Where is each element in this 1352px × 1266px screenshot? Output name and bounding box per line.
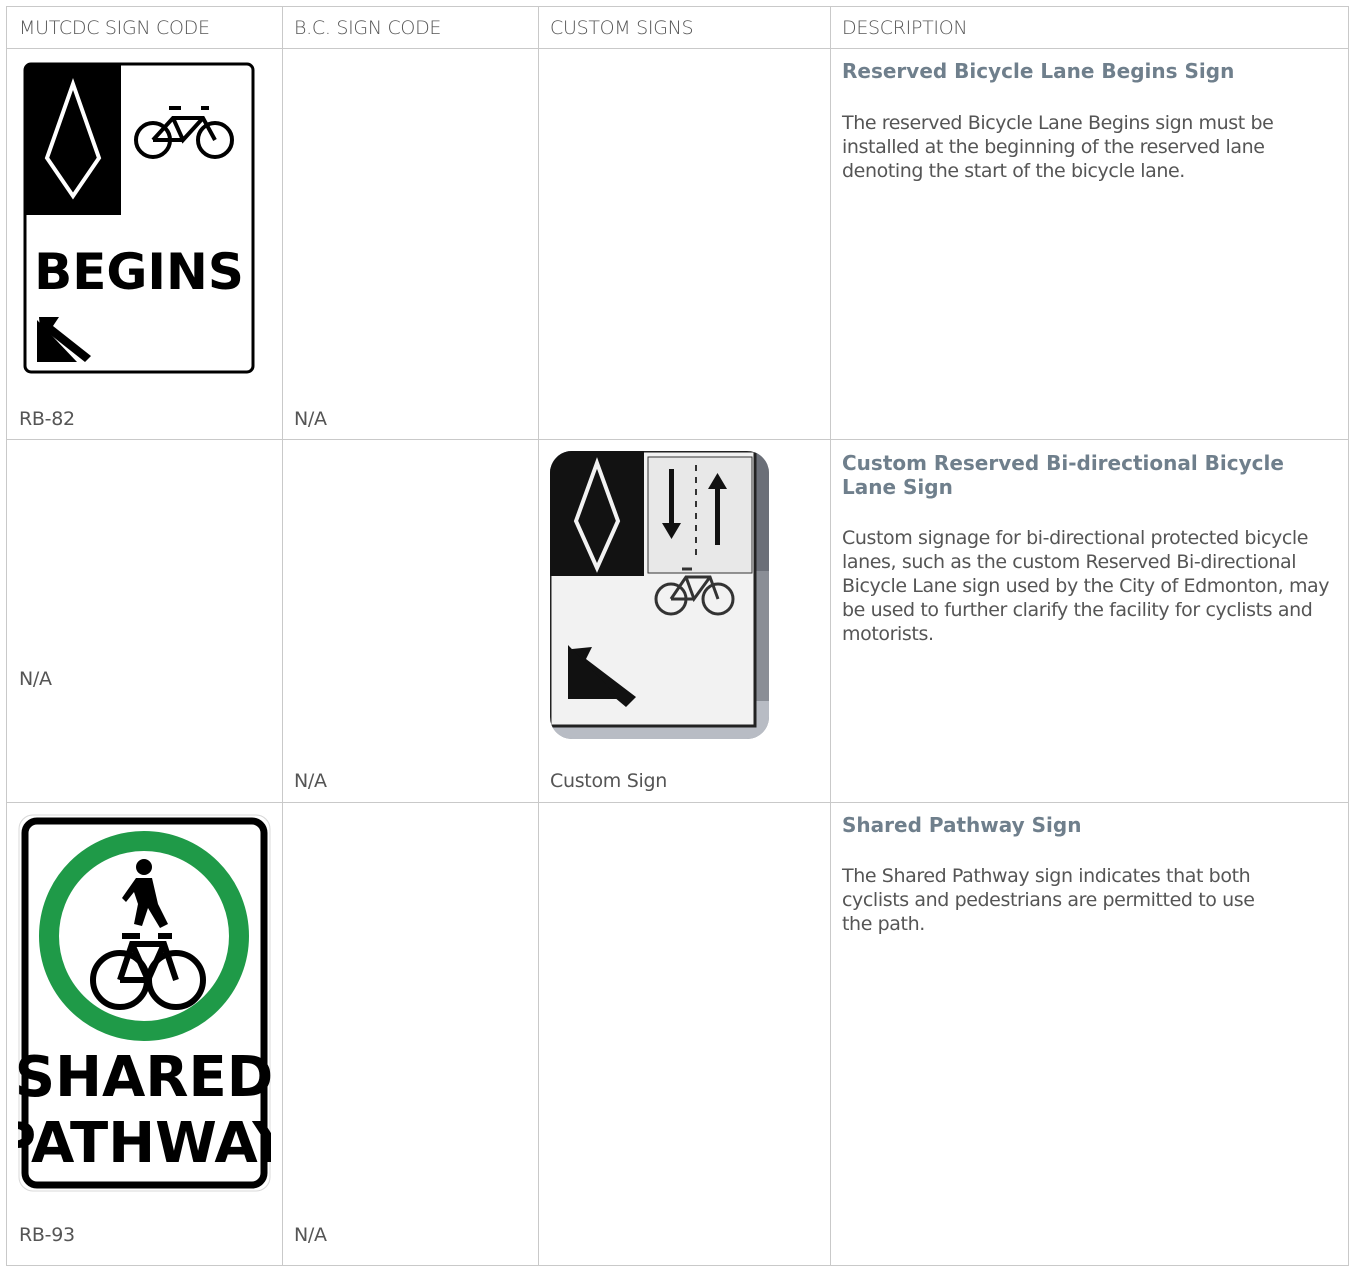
header-bc: B.C. SIGN CODE bbox=[294, 17, 442, 39]
mutcdc-code-rb93: RB-93 bbox=[19, 1224, 75, 1246]
shared-pathway-sign-image: SHARED PATHWAY bbox=[18, 814, 271, 1192]
bc-code-na: N/A bbox=[294, 770, 327, 792]
header-description: DESCRIPTION bbox=[842, 17, 968, 39]
bc-code-na: N/A bbox=[294, 408, 327, 430]
sign-text-pathway: PATHWAY bbox=[18, 1111, 271, 1176]
bc-code-na: N/A bbox=[294, 1224, 327, 1246]
header-custom: CUSTOM SIGNS bbox=[550, 17, 694, 39]
desc-body: The Shared Pathway sign indicates that b… bbox=[842, 865, 1255, 935]
desc-title: Custom Reserved Bi-directional Bicycle L… bbox=[842, 451, 1284, 499]
row-divider bbox=[7, 802, 1348, 803]
row-divider bbox=[7, 439, 1348, 440]
desc-title: Reserved Bicycle Lane Begins Sign bbox=[842, 59, 1235, 83]
mutcdc-code-na: N/A bbox=[19, 668, 52, 690]
custom-bidirectional-sign-image bbox=[550, 451, 769, 739]
column-divider bbox=[538, 7, 539, 1265]
desc-body: The reserved Bicycle Lane Begins sign mu… bbox=[842, 112, 1274, 182]
desc-title: Shared Pathway Sign bbox=[842, 813, 1082, 837]
custom-sign-label: Custom Sign bbox=[550, 770, 667, 792]
mutcdc-code-rb82: RB-82 bbox=[19, 408, 75, 430]
header-mutcdc: MUTCDC SIGN CODE bbox=[19, 17, 210, 39]
sign-text-begins: BEGINS bbox=[34, 243, 244, 301]
column-divider bbox=[282, 7, 283, 1265]
column-divider bbox=[830, 7, 831, 1265]
begins-sign-image: BEGINS bbox=[23, 62, 255, 374]
sign-text-shared: SHARED bbox=[18, 1045, 271, 1110]
desc-body: Custom signage for bi-directional protec… bbox=[842, 527, 1330, 645]
